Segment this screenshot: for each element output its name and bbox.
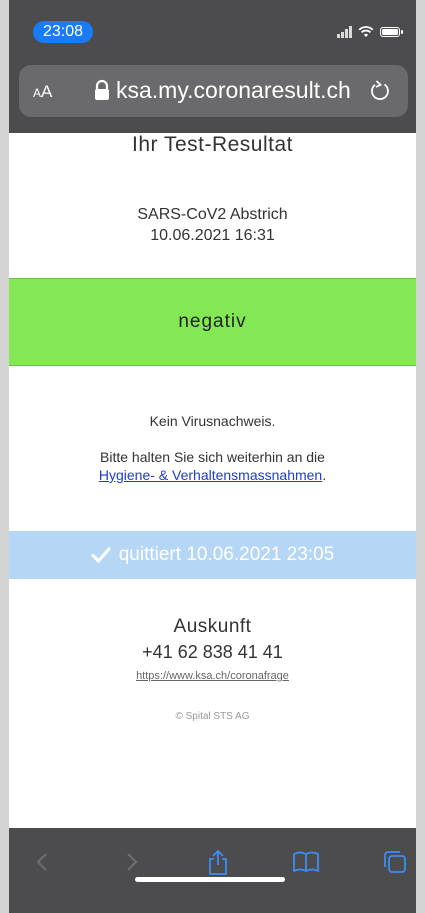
- contact-link[interactable]: https://www.ksa.ch/coronafrage: [9, 670, 416, 682]
- browser-top-bar: 23:08 AA ksa.my.coronaresult.ch: [9, 0, 416, 133]
- browser-window: 23:08 AA ksa.my.coronaresult.ch Ihr Test…: [9, 0, 416, 913]
- home-indicator[interactable]: [135, 877, 285, 882]
- browser-toolbar: [9, 828, 416, 913]
- back-icon[interactable]: [29, 848, 57, 876]
- address-bar[interactable]: AA ksa.my.coronaresult.ch: [19, 65, 408, 117]
- contact-title: Auskunft: [173, 616, 252, 637]
- lock-icon: [95, 79, 109, 100]
- contact-phone[interactable]: +41 62 838 41 41: [9, 642, 416, 663]
- result-banner: negativ: [9, 278, 416, 366]
- reload-icon[interactable]: [368, 78, 392, 104]
- url-domain[interactable]: ksa.my.coronaresult.ch: [116, 77, 351, 104]
- result-message: Kein Virusnachweis.: [149, 413, 276, 429]
- status-icons: [337, 24, 403, 40]
- forward-icon[interactable]: [117, 848, 145, 876]
- hygiene-link[interactable]: Hygiene- & Verhaltensmassnahmen: [99, 467, 322, 483]
- tabs-icon[interactable]: [381, 848, 409, 876]
- page-title: Ihr Test-Resultat: [131, 133, 293, 156]
- share-icon[interactable]: [204, 848, 232, 876]
- hint-prefix: Bitte halten Sie sich weiterhin an die: [100, 449, 325, 465]
- text-size-button[interactable]: AA: [33, 82, 52, 102]
- result-text: negativ: [178, 311, 247, 332]
- hygiene-hint: Bitte halten Sie sich weiterhin an die H…: [9, 448, 416, 484]
- copyright: © Spital STS AG: [175, 711, 250, 722]
- wifi-icon: [358, 26, 374, 37]
- acknowledged-text: quittiert 10.06.2021 23:05: [118, 544, 335, 565]
- checkmark-icon: [91, 547, 111, 563]
- battery-icon: [380, 27, 403, 37]
- test-datetime: 10.06.2021 16:31: [150, 227, 275, 244]
- test-name: SARS-CoV2 Abstrich: [137, 206, 288, 223]
- cellular-signal-icon: [337, 26, 352, 38]
- status-time: 23:08: [33, 21, 93, 43]
- hint-suffix: .: [322, 467, 327, 483]
- bookmarks-icon[interactable]: [292, 848, 320, 876]
- acknowledged-banner: quittiert 10.06.2021 23:05: [9, 531, 416, 579]
